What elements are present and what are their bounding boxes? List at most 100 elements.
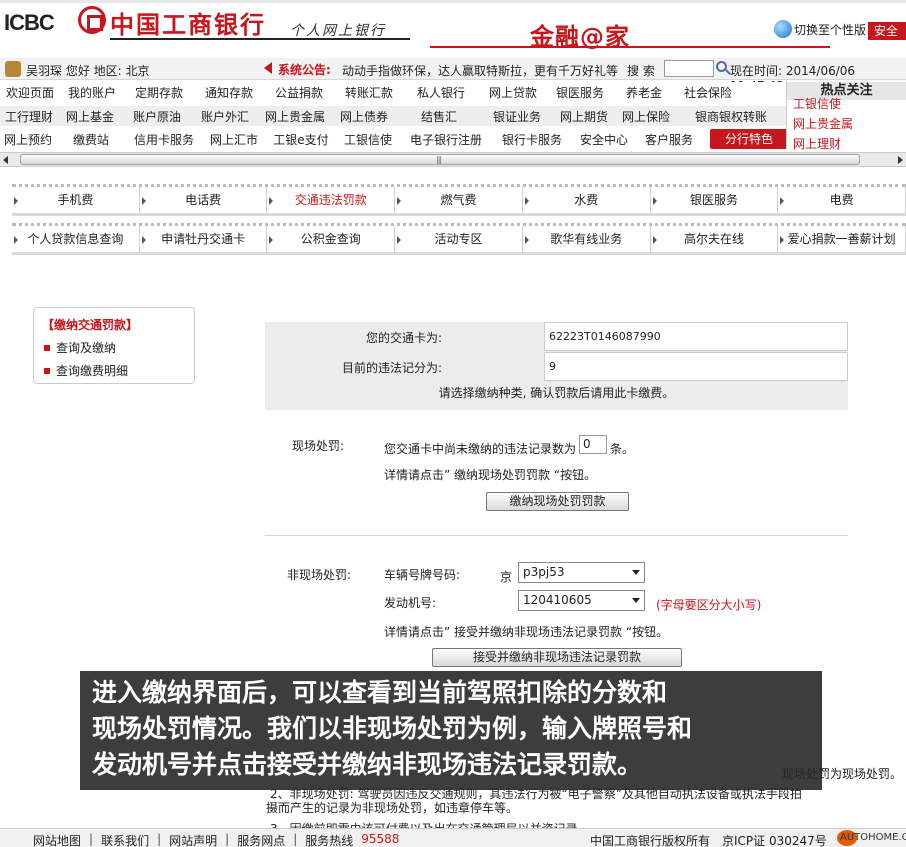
- header-underline: [110, 38, 410, 40]
- footer-link-statement[interactable]: 网站声明: [169, 832, 217, 847]
- user-greeting: 吴羽琛 您好 地区: 北京: [26, 64, 150, 78]
- pay-onsite-fine-button[interactable]: 缴纳现场处罚罚款: [486, 492, 629, 511]
- nav-item[interactable]: 转账汇款: [334, 84, 404, 101]
- user-bar: 吴羽琛 您好 地区: 北京 系统公告: 动动手指做环保，达人赢取特斯拉，更有千万…: [0, 58, 906, 93]
- nav-item[interactable]: 网上贵金属: [258, 108, 332, 125]
- brand-underline: [430, 46, 830, 48]
- nav-item[interactable]: 银医服务: [548, 84, 612, 101]
- points-value: 9: [544, 352, 848, 381]
- service-tabs-row-1: 手机费 电话费 交通违法罚款 燃气费 水费 银医服务 电费: [12, 184, 906, 216]
- nav-item[interactable]: 网上期货: [552, 108, 616, 125]
- nav-item[interactable]: 银行卡服务: [492, 131, 572, 148]
- sidebar-item-query-details[interactable]: 查询缴费明细: [44, 362, 194, 379]
- nav-item[interactable]: 网上保险: [616, 108, 676, 125]
- service-tab[interactable]: 爱心捐款一善薪计划: [778, 226, 906, 252]
- nav-item[interactable]: 网上预约: [0, 131, 56, 148]
- service-tab[interactable]: 银医服务: [651, 187, 779, 213]
- nav-item[interactable]: 定期存款: [124, 84, 194, 101]
- nav-item[interactable]: 银证业务: [482, 108, 552, 125]
- nav-item[interactable]: 网上基金: [58, 108, 122, 125]
- service-tab[interactable]: 公积金查询: [267, 226, 396, 252]
- nav-item[interactable]: 网上债券: [332, 108, 396, 125]
- switch-version-link[interactable]: 切换至个性版: [774, 20, 866, 38]
- scroll-right-icon[interactable]: [898, 156, 903, 164]
- nav-item[interactable]: 结售汇: [396, 108, 482, 125]
- nav-item[interactable]: 银商银权转账: [676, 108, 786, 125]
- service-tab[interactable]: 电话费: [140, 187, 268, 213]
- points-label: 目前的违法记分为:: [341, 361, 442, 375]
- service-tab[interactable]: 高尔夫在线: [651, 226, 779, 252]
- case-sensitive-hint: (字母要区分大小写): [656, 598, 762, 612]
- watermark-text: AUTOHOME.COM.CN: [840, 832, 906, 843]
- bank-name: 中国工商银行: [110, 10, 266, 39]
- search-label: 搜 索: [627, 64, 655, 78]
- sidebar-item-query-pay[interactable]: 查询及缴纳: [44, 339, 194, 356]
- nav-item[interactable]: 客户服务: [636, 131, 702, 148]
- chevron-down-icon[interactable]: [632, 598, 640, 603]
- header: ICBC 中国工商银行 个人网上银行 金融@家 切换至个性版 安全: [0, 0, 906, 56]
- nav-item-branch-special[interactable]: 分行特色: [710, 129, 788, 149]
- traffic-fine-sidebar: 【缴纳交通罚款】 查询及缴纳 查询缴费明细: [33, 307, 195, 384]
- icp-license: 京ICP证 030247号: [722, 834, 827, 847]
- service-tab[interactable]: 活动专区: [395, 226, 523, 252]
- footer-separator: |: [157, 832, 162, 846]
- hot-topic-item[interactable]: 网上贵金属: [787, 114, 906, 134]
- explanation-line: 摄而产生的记录为非现场处罚，如违章停车等。: [266, 801, 519, 815]
- nav-row-1: 欢迎页面 我的账户 定期存款 通知存款 公益捐款 转账汇款 私人银行 网上贷款 …: [0, 82, 786, 102]
- nav-item[interactable]: 公益捐款: [264, 84, 334, 101]
- chevron-down-icon[interactable]: [632, 570, 640, 575]
- service-tab[interactable]: 个人贷款信息查询: [12, 226, 140, 252]
- onsite-count-unit: 条。: [610, 442, 635, 456]
- nav-item[interactable]: 缴费站: [56, 131, 126, 148]
- service-tab[interactable]: 歌华有线业务: [523, 226, 651, 252]
- nav-item[interactable]: 工银e支付: [266, 131, 336, 148]
- card-number-row: 您的交通卡为: 62223T0146087990: [265, 322, 848, 351]
- nav-item[interactable]: 养老金: [612, 84, 676, 101]
- hot-topic-item[interactable]: 网上理财: [787, 134, 906, 150]
- engine-number-combobox[interactable]: 120410605: [518, 590, 645, 611]
- icbc-seal-icon: [78, 6, 106, 34]
- tutorial-caption-overlay: 进入缴纳界面后，可以查看到当前驾照扣除的分数和 现场处罚情况。我们以非现场处罚为…: [80, 671, 822, 790]
- card-note: 请选择缴纳种类, 确认罚款后请用此卡缴费。: [438, 386, 675, 400]
- nav-item[interactable]: 社会保险: [676, 84, 740, 101]
- footer-link-branches[interactable]: 服务网点: [237, 832, 285, 847]
- nav-item[interactable]: 信用卡服务: [126, 131, 202, 148]
- nav-item[interactable]: 网上贷款: [478, 84, 548, 101]
- service-tab-traffic-fine[interactable]: 交通违法罚款: [267, 187, 396, 213]
- footer-separator: |: [225, 832, 230, 846]
- nav-item[interactable]: 安全中心: [572, 131, 636, 148]
- service-tab[interactable]: 电费: [778, 187, 906, 213]
- footer-link-contact[interactable]: 联系我们: [101, 832, 149, 847]
- service-tab[interactable]: 申请牡丹交通卡: [140, 226, 268, 252]
- service-tab[interactable]: 水费: [523, 187, 651, 213]
- plate-number-value: p3pj53: [523, 565, 565, 579]
- nav-item[interactable]: 账户外汇: [192, 108, 258, 125]
- pay-offsite-fine-button[interactable]: 接受并缴纳非现场违法记录罚款: [432, 648, 682, 667]
- nav-item[interactable]: 工行理财: [0, 108, 58, 125]
- nav-item[interactable]: 私人银行: [404, 84, 478, 101]
- service-tab[interactable]: 手机费: [12, 187, 140, 213]
- footer-link-sitemap[interactable]: 网站地图: [33, 832, 81, 847]
- nav-item[interactable]: 网上汇市: [202, 131, 266, 148]
- scrollbar-grip-icon: |||: [436, 155, 442, 164]
- nav-item[interactable]: 欢迎页面: [0, 84, 60, 101]
- search-input[interactable]: [664, 60, 714, 77]
- horizontal-scrollbar[interactable]: |||: [0, 152, 906, 167]
- nav-item[interactable]: 我的账户: [60, 84, 124, 101]
- scroll-left-icon[interactable]: [3, 156, 8, 164]
- points-row: 目前的违法记分为: 9: [265, 352, 848, 381]
- nav-item[interactable]: 通知存款: [194, 84, 264, 101]
- nav-item[interactable]: 工银信使: [336, 131, 400, 148]
- security-button[interactable]: 安全: [868, 22, 906, 40]
- search-icon[interactable]: [716, 61, 727, 72]
- plate-number-combobox[interactable]: p3pj53: [518, 562, 645, 583]
- footer-links: 网站地图 | 联系我们 | 网站声明 | 服务网点 | 服务热线 95588: [33, 832, 399, 847]
- sidebar-title: 【缴纳交通罚款】: [42, 318, 139, 332]
- announcement-text[interactable]: 动动手指做环保，达人赢取特斯拉，更有千万好礼等: [342, 62, 618, 79]
- sidebar-item-label: 查询及缴纳: [56, 341, 117, 355]
- nav-item[interactable]: 账户原油: [122, 108, 192, 125]
- onsite-instruction: 详情请点击” 缴纳现场处罚罚款 “按钮。: [384, 468, 597, 482]
- service-tab[interactable]: 燃气费: [395, 187, 523, 213]
- nav-item[interactable]: 电子银行注册: [400, 131, 492, 148]
- card-number-value: 62223T0146087990: [544, 322, 848, 351]
